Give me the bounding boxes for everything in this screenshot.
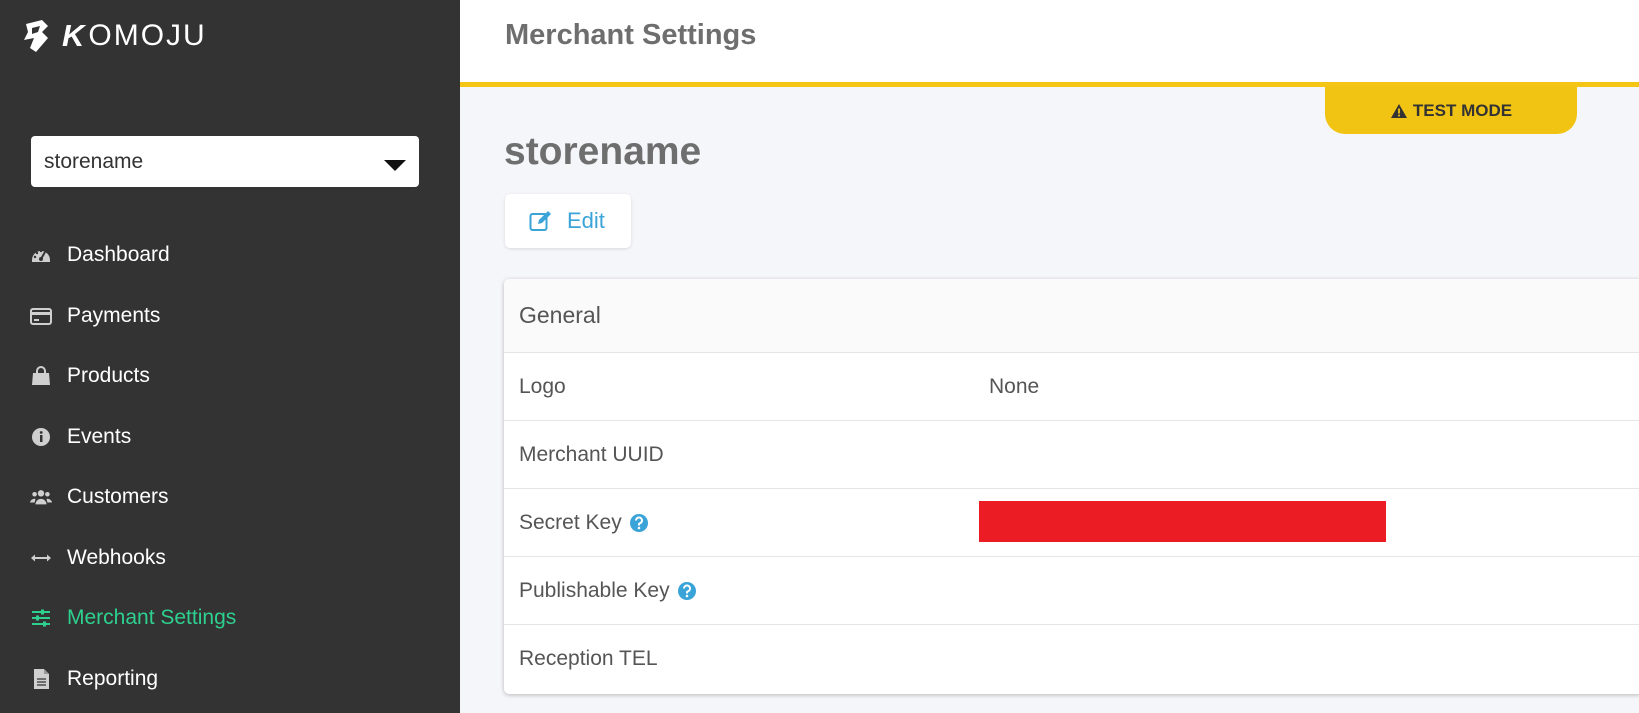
question-circle-icon[interactable]: [677, 581, 697, 601]
credit-card-icon: [30, 305, 52, 327]
dashboard-gauge-icon: [30, 244, 52, 266]
sidebar-item-label: Dashboard: [67, 243, 170, 267]
sidebar-item-payments[interactable]: Payments: [0, 286, 460, 347]
sidebar: K OMOJU storename Dashboard Payments Pro…: [0, 0, 460, 713]
sidebar-item-events[interactable]: Events: [0, 407, 460, 468]
sidebar-item-customers[interactable]: Customers: [0, 467, 460, 528]
settings-row-secret-key: Secret Key: [504, 489, 1639, 557]
logo-text: OMOJU: [88, 19, 207, 52]
users-icon: [30, 486, 52, 508]
question-circle-icon[interactable]: [629, 513, 649, 533]
row-label-text: Logo: [519, 374, 566, 398]
redacted-secret-key: [979, 501, 1386, 542]
row-label-text: Publishable Key: [519, 578, 670, 602]
sidebar-item-dashboard[interactable]: Dashboard: [0, 225, 460, 286]
double-arrow-icon: [30, 547, 52, 569]
row-label: Secret Key: [519, 511, 649, 535]
settings-row-logo: Logo None: [504, 353, 1639, 421]
top-header: Merchant Settings: [460, 0, 1639, 87]
edit-icon: [529, 211, 551, 231]
settings-row-publishable-key: Publishable Key: [504, 557, 1639, 625]
row-label: Logo: [519, 375, 566, 399]
sidebar-item-label: Merchant Settings: [67, 606, 237, 630]
general-settings-card: General Logo None Merchant UUID Secret K…: [504, 279, 1639, 694]
info-circle-icon: [30, 426, 52, 448]
page-title: Merchant Settings: [505, 19, 757, 51]
caret-down-icon: [384, 160, 406, 171]
row-label: Reception TEL: [519, 647, 658, 671]
sidebar-item-label: Customers: [67, 485, 169, 509]
sidebar-item-products[interactable]: Products: [0, 346, 460, 407]
test-mode-badge: TEST MODE: [1325, 87, 1577, 134]
komoju-logo[interactable]: K OMOJU: [22, 16, 207, 56]
warning-triangle-icon: [1390, 103, 1407, 118]
sidebar-item-merchant-settings[interactable]: Merchant Settings: [0, 588, 460, 649]
sidebar-item-label: Reporting: [67, 666, 159, 690]
edit-button-label: Edit: [567, 208, 605, 233]
row-label-text: Reception TEL: [519, 647, 658, 670]
komoju-bird-icon: [24, 20, 48, 52]
logo-k-letter: K: [62, 18, 85, 53]
sidebar-item-webhooks[interactable]: Webhooks: [0, 528, 460, 589]
sidebar-nav: Dashboard Payments Products Events Custo…: [0, 225, 460, 709]
sidebar-item-label: Products: [67, 364, 150, 388]
row-label-text: Secret Key: [519, 510, 622, 534]
document-icon: [30, 668, 52, 690]
sidebar-item-reporting[interactable]: Reporting: [0, 649, 460, 710]
store-selector[interactable]: storename: [31, 136, 419, 187]
edit-button[interactable]: Edit: [505, 194, 631, 248]
row-label-text: Merchant UUID: [519, 442, 664, 466]
sidebar-item-label: Webhooks: [67, 545, 166, 569]
settings-row-reception-tel: Reception TEL: [504, 625, 1639, 693]
row-label: Merchant UUID: [519, 443, 664, 467]
store-selector-value: storename: [44, 149, 144, 173]
sidebar-item-label: Events: [67, 424, 132, 448]
settings-row-merchant-uuid: Merchant UUID: [504, 421, 1639, 489]
sidebar-item-label: Payments: [67, 303, 161, 327]
card-title: General: [504, 279, 1639, 353]
test-mode-label: TEST MODE: [1412, 100, 1513, 120]
row-label: Publishable Key: [519, 579, 697, 603]
sliders-icon: [30, 607, 52, 629]
row-value: None: [989, 374, 1040, 398]
shopping-bag-icon: [30, 365, 52, 387]
store-name-heading: storename: [504, 130, 702, 173]
